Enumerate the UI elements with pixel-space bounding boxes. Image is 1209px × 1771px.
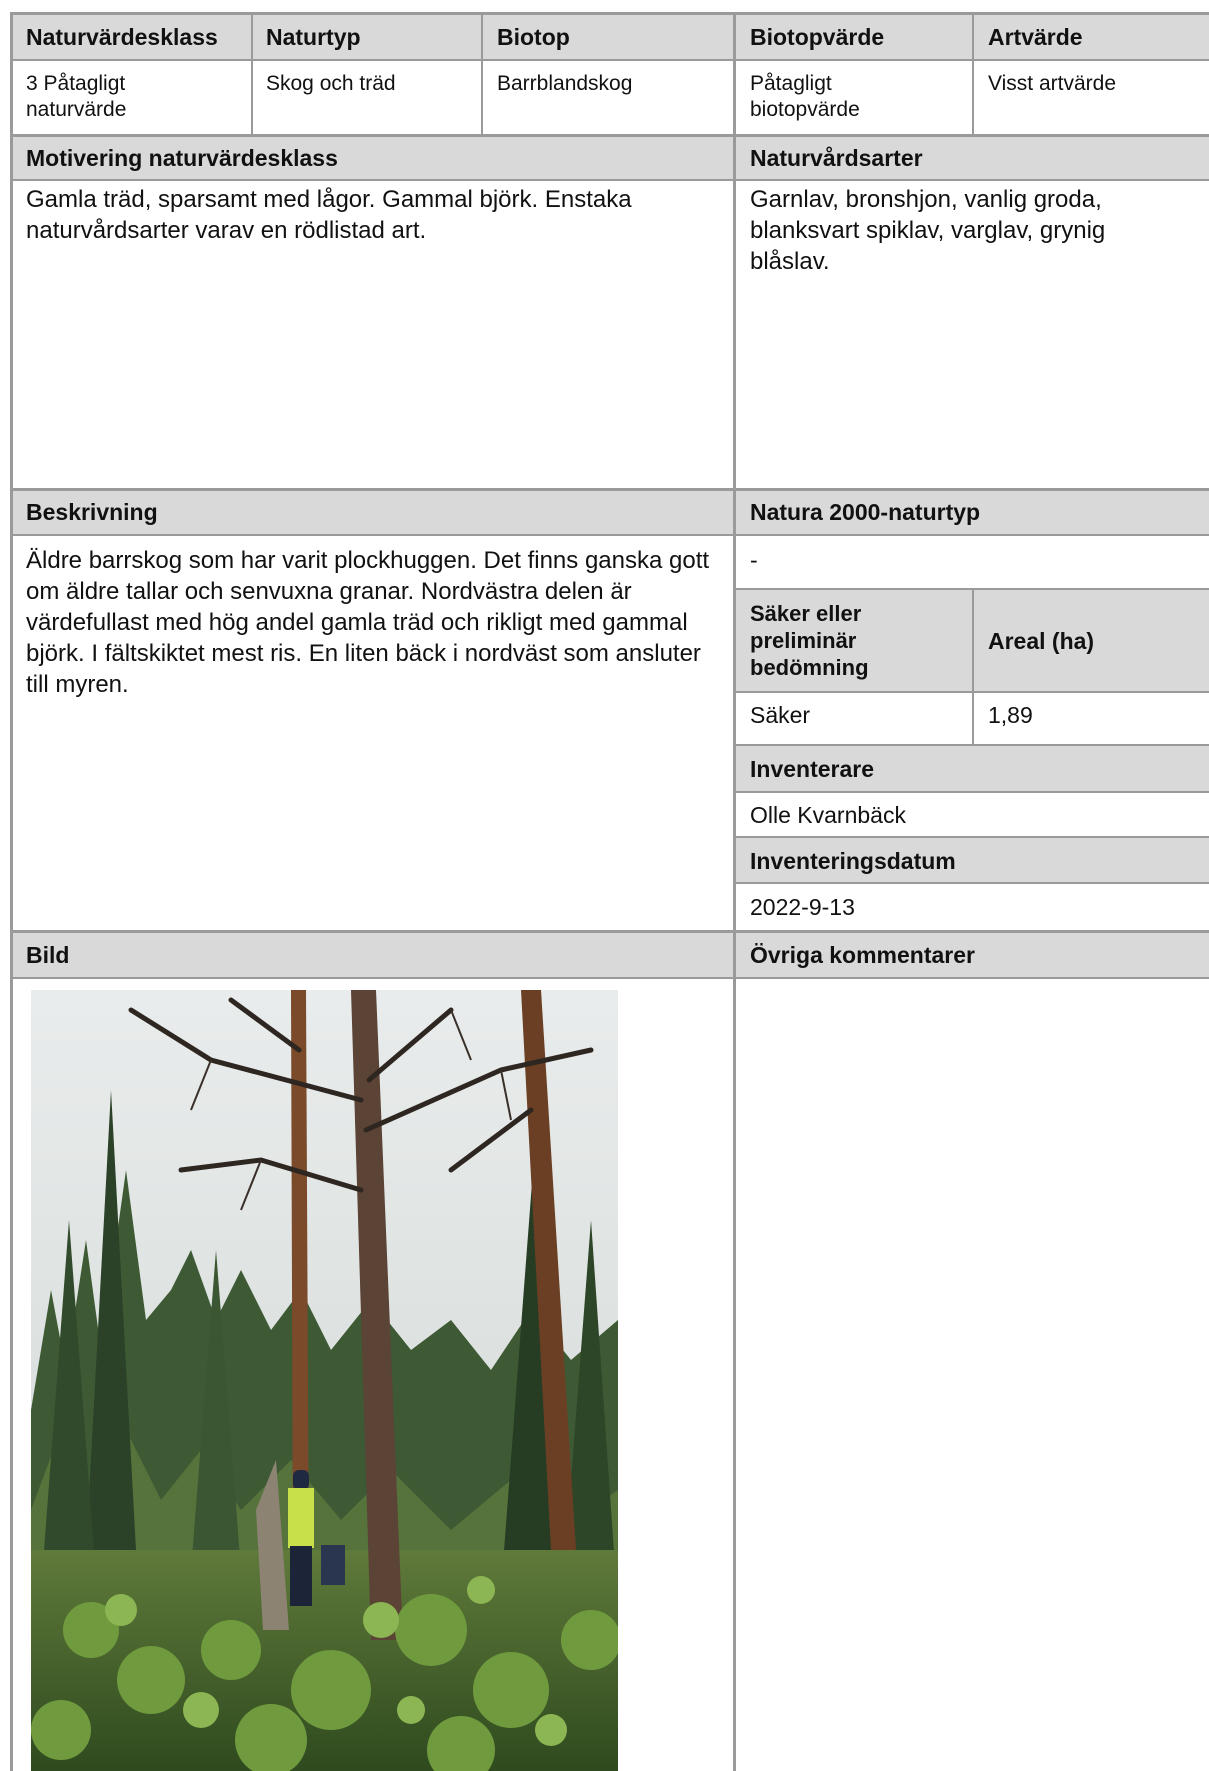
inventerare-label: Inventerare — [750, 756, 875, 782]
beskrivning-label: Beskrivning — [26, 499, 158, 525]
inventerare-value: Olle Kvarnbäck — [750, 802, 906, 828]
value-biotop: Barrblandskog — [497, 72, 633, 95]
bild-label: Bild — [26, 942, 70, 968]
motivering-text: Gamla träd, sparsamt med lågor. Gammal b… — [26, 186, 632, 244]
value-naturvardesklass: 3 Påtagligt naturvärde — [26, 72, 127, 121]
inventeringsdatum-label: Inventeringsdatum — [750, 848, 956, 874]
header-biotopvarde: Biotopvärde — [750, 24, 885, 50]
header-naturvardesklass: Naturvärdesklass — [26, 24, 218, 50]
natura2000-label: Natura 2000-naturtyp — [750, 499, 981, 525]
natura2000-value: - — [750, 547, 758, 573]
ovriga-label: Övriga kommentarer — [750, 942, 975, 968]
beskrivning-text: Äldre barrskog som har varit plockhuggen… — [26, 547, 710, 698]
value-naturtyp: Skog och träd — [266, 72, 396, 95]
bedomning-value: Säker — [750, 702, 811, 728]
header-biotop: Biotop — [497, 24, 570, 50]
header-naturtyp: Naturtyp — [266, 24, 361, 50]
inventeringsdatum-value: 2022-9-13 — [750, 894, 855, 920]
areal-header: Areal (ha) — [988, 628, 1095, 654]
areal-value: 1,89 — [988, 702, 1033, 728]
naturvardsarter-text: Garnlav, bronshjon, vanlig groda, blanks… — [750, 186, 1106, 275]
naturvardsarter-label: Naturvårdsarter — [750, 145, 923, 171]
header-artvarde: Artvärde — [988, 24, 1083, 50]
motivering-label: Motivering naturvärdesklass — [26, 145, 338, 171]
value-artvarde: Visst artvärde — [988, 72, 1116, 95]
forest-photo — [31, 990, 618, 1771]
bedomning-header: Säker eller preliminär bedömning — [750, 601, 869, 680]
value-biotopvarde: Påtagligt biotopvärde — [750, 72, 860, 121]
